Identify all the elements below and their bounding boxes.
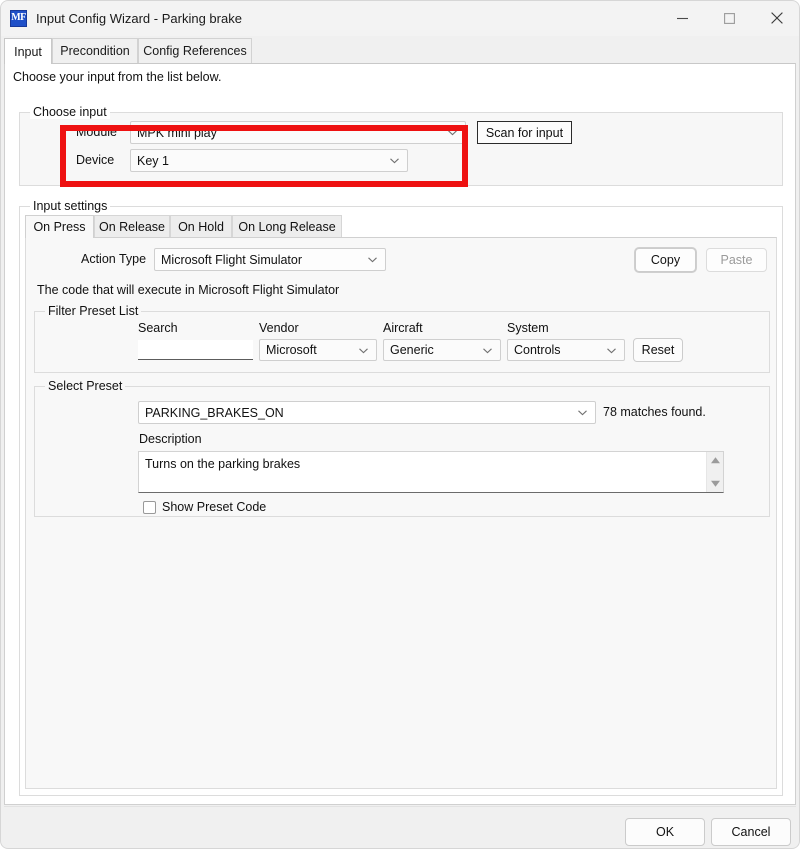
description-scrollbar[interactable] bbox=[706, 452, 723, 492]
module-label: Module bbox=[76, 125, 117, 139]
matches-found-text: 78 matches found. bbox=[603, 405, 706, 419]
show-preset-code-label: Show Preset Code bbox=[162, 500, 266, 514]
filter-preset-list-group-title: Filter Preset List bbox=[45, 304, 141, 318]
description-textarea[interactable]: Turns on the parking brakes bbox=[138, 451, 724, 493]
action-type-label: Action Type bbox=[81, 252, 146, 266]
window-controls bbox=[659, 0, 800, 36]
app-icon-label: MF bbox=[11, 13, 26, 23]
select-preset-group: Select Preset PARKING_BRAKES_ON 78 match… bbox=[34, 386, 770, 517]
aircraft-label: Aircraft bbox=[383, 321, 423, 335]
aircraft-select[interactable]: Generic bbox=[383, 339, 501, 361]
description-text: Turns on the parking brakes bbox=[145, 457, 300, 471]
reset-button-label: Reset bbox=[642, 343, 675, 357]
subtab-on-press-label: On Press bbox=[33, 220, 85, 234]
input-settings-group: Input settings On Press On Release On Ho… bbox=[19, 206, 783, 796]
module-select[interactable]: MPK mini play bbox=[130, 121, 466, 144]
paste-button-label: Paste bbox=[721, 253, 753, 267]
copy-button-label: Copy bbox=[651, 253, 680, 267]
search-input[interactable] bbox=[138, 340, 253, 360]
vendor-label: Vendor bbox=[259, 321, 299, 335]
scroll-down-icon[interactable] bbox=[710, 478, 721, 489]
system-select-value: Controls bbox=[508, 343, 561, 357]
filter-preset-list-group: Filter Preset List Search Vendor Microso… bbox=[34, 311, 770, 373]
action-type-select-value: Microsoft Flight Simulator bbox=[155, 253, 302, 267]
maximize-icon[interactable] bbox=[706, 0, 753, 36]
choose-input-group: Choose input Module MPK mini play Device… bbox=[19, 112, 783, 186]
tab-config-references-label: Config References bbox=[143, 44, 247, 58]
chevron-down-icon bbox=[606, 345, 617, 356]
system-label: System bbox=[507, 321, 549, 335]
vendor-select[interactable]: Microsoft bbox=[259, 339, 377, 361]
cancel-button-label: Cancel bbox=[732, 825, 771, 839]
minimize-icon[interactable] bbox=[659, 0, 706, 36]
window-title: Input Config Wizard - Parking brake bbox=[36, 11, 242, 26]
module-select-value: MPK mini play bbox=[131, 126, 217, 140]
close-icon[interactable] bbox=[753, 0, 800, 36]
system-select[interactable]: Controls bbox=[507, 339, 625, 361]
device-select-value: Key 1 bbox=[131, 154, 169, 168]
ok-button[interactable]: OK bbox=[625, 818, 705, 846]
chevron-down-icon bbox=[358, 345, 369, 356]
show-preset-code-row[interactable]: Show Preset Code bbox=[143, 500, 266, 514]
on-press-panel: Action Type Microsoft Flight Simulator C… bbox=[25, 237, 777, 789]
choose-input-group-title: Choose input bbox=[30, 105, 110, 119]
vendor-select-value: Microsoft bbox=[260, 343, 317, 357]
chevron-down-icon bbox=[577, 407, 588, 418]
paste-button: Paste bbox=[706, 248, 767, 272]
copy-button[interactable]: Copy bbox=[635, 248, 696, 272]
device-label: Device bbox=[76, 153, 114, 167]
tab-config-references[interactable]: Config References bbox=[138, 38, 252, 63]
reset-button[interactable]: Reset bbox=[633, 338, 683, 362]
input-config-wizard-window: MF Input Config Wizard - Parking brake I… bbox=[0, 0, 800, 849]
subtab-on-release[interactable]: On Release bbox=[94, 215, 170, 237]
ok-button-label: OK bbox=[656, 825, 674, 839]
scan-for-input-button[interactable]: Scan for input bbox=[477, 121, 572, 144]
tab-input-label: Input bbox=[14, 45, 42, 59]
chevron-down-icon bbox=[389, 155, 400, 166]
chevron-down-icon bbox=[447, 127, 458, 138]
chevron-down-icon bbox=[367, 254, 378, 265]
subtab-on-hold-label: On Hold bbox=[178, 220, 224, 234]
subtab-on-press[interactable]: On Press bbox=[25, 215, 94, 238]
select-preset-group-title: Select Preset bbox=[45, 379, 125, 393]
scroll-up-icon[interactable] bbox=[710, 455, 721, 466]
subtab-on-long-release-label: On Long Release bbox=[238, 220, 335, 234]
subtab-on-hold[interactable]: On Hold bbox=[170, 215, 232, 237]
scan-for-input-label: Scan for input bbox=[486, 126, 563, 140]
preset-select-value: PARKING_BRAKES_ON bbox=[139, 406, 284, 420]
input-settings-subtabs: On Press On Release On Hold On Long Rele… bbox=[25, 215, 777, 237]
subtab-on-release-label: On Release bbox=[99, 220, 165, 234]
preset-select[interactable]: PARKING_BRAKES_ON bbox=[138, 401, 596, 424]
intro-text: Choose your input from the list below. bbox=[13, 70, 221, 84]
input-tab-panel: Choose your input from the list below. C… bbox=[4, 63, 796, 805]
show-preset-code-checkbox[interactable] bbox=[143, 501, 156, 514]
tab-input[interactable]: Input bbox=[4, 38, 52, 64]
device-select[interactable]: Key 1 bbox=[130, 149, 408, 172]
description-label: Description bbox=[139, 432, 202, 446]
main-tabstrip: Input Precondition Config References bbox=[0, 38, 800, 63]
input-settings-group-title: Input settings bbox=[30, 199, 110, 213]
chevron-down-icon bbox=[482, 345, 493, 356]
action-description-text: The code that will execute in Microsoft … bbox=[37, 283, 339, 297]
footer-bar: OK Cancel bbox=[0, 807, 800, 849]
search-label: Search bbox=[138, 321, 178, 335]
aircraft-select-value: Generic bbox=[384, 343, 434, 357]
action-type-select[interactable]: Microsoft Flight Simulator bbox=[154, 248, 386, 271]
app-icon-mf: MF bbox=[10, 10, 27, 27]
tab-precondition-label: Precondition bbox=[60, 44, 130, 58]
cancel-button[interactable]: Cancel bbox=[711, 818, 791, 846]
subtab-on-long-release[interactable]: On Long Release bbox=[232, 215, 342, 237]
tab-precondition[interactable]: Precondition bbox=[52, 38, 138, 63]
